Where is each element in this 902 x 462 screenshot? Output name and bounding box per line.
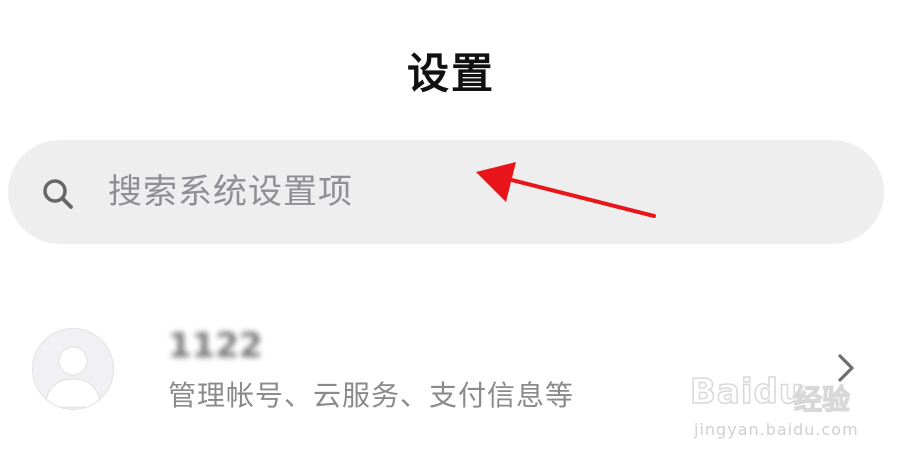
search-icon [43,179,73,209]
user-avatar-icon [32,328,114,410]
account-name: 1122 [168,326,263,366]
page-title: 设置 [406,49,495,98]
settings-screen: 设置 1122 管理帐号、云服务、支付信息等 Baidu 经验 jingyan.… [0,0,902,462]
watermark-product: 经验 [793,382,851,416]
baidu-jingyan-watermark: Baidu 经验 jingyan.baidu.com [689,371,890,456]
account-subtitle: 管理帐号、云服务、支付信息等 [168,379,575,412]
watermark-url: jingyan.baidu.com [694,420,859,439]
watermark-logo: Baidu [689,371,805,413]
search-input[interactable] [104,160,832,224]
